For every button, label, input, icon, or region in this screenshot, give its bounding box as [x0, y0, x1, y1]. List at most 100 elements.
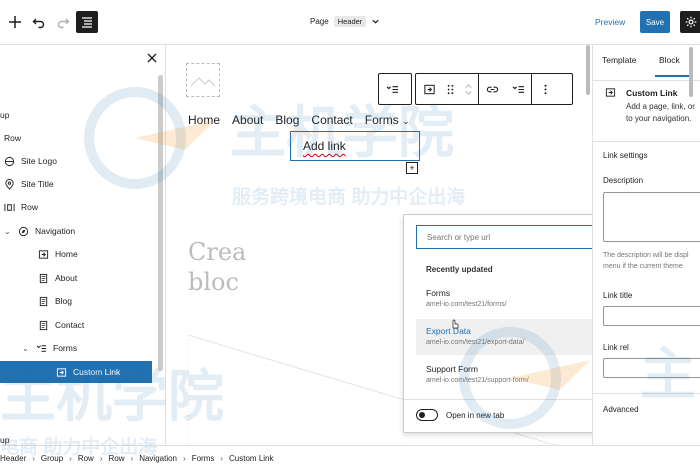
more-options-icon[interactable]: ⋮ [148, 367, 158, 378]
add-block-button[interactable] [4, 11, 26, 33]
plus-icon [9, 16, 21, 28]
tab-block[interactable]: Block [655, 55, 693, 77]
list-item[interactable]: up [0, 104, 9, 126]
site-logo-icon [4, 156, 15, 166]
nav-item-forms[interactable]: Forms ⌄ [365, 113, 410, 127]
page-icon [39, 320, 48, 330]
list-view-icon [82, 17, 92, 28]
site-logo-placeholder[interactable] [186, 63, 220, 97]
list-view-scrollbar[interactable] [158, 75, 163, 371]
preview-button[interactable]: Preview [595, 17, 625, 27]
breadcrumb-item[interactable]: Row [109, 454, 125, 463]
list-item[interactable]: Site Logo [4, 150, 57, 172]
block-toolbar[interactable] [415, 73, 573, 105]
breadcrumb-item[interactable]: Forms [192, 454, 215, 463]
breadcrumb-item[interactable]: Header [0, 454, 26, 463]
breadcrumb-separator: › [130, 453, 134, 463]
document-title[interactable]: Page Header [310, 16, 380, 27]
link-control-popover: Recently updated Forms amel-io.com/test2… [403, 214, 592, 433]
drag-handle-icon [447, 84, 453, 94]
more-vertical-icon [543, 84, 547, 94]
breadcrumb-item[interactable]: Row [78, 454, 94, 463]
chevron-down-icon[interactable]: ⌄ [4, 227, 12, 236]
chevron-down-icon[interactable]: ⌄ [22, 344, 30, 353]
block-type-button[interactable] [416, 74, 442, 104]
description-help: The description will be displ menu if th… [603, 252, 689, 270]
list-item[interactable]: Row [4, 127, 21, 149]
link-rel-field[interactable] [603, 358, 700, 378]
block-toolbar-parent[interactable] [378, 73, 412, 105]
panel-divider [593, 141, 700, 142]
list-item[interactable]: Blog [38, 290, 72, 312]
link-settings-heading[interactable]: Link settings [603, 151, 647, 160]
tab-divider [593, 80, 700, 81]
list-item[interactable]: ⌄ Forms [22, 337, 77, 359]
move-up-down-button[interactable] [458, 74, 478, 104]
redo-icon [57, 18, 70, 29]
suggestion-item-hovered[interactable]: Export Data amel-io.com/test21/export-da… [416, 319, 592, 355]
breadcrumb-item[interactable]: Navigation [139, 454, 177, 463]
suggestion-item[interactable]: Forms amel-io.com/test21/forms/ page [416, 281, 592, 317]
recently-updated-heading: Recently updated [426, 265, 493, 274]
list-item[interactable]: Row [4, 196, 38, 218]
settings-sidebar: Template Block Custom Link Add a page, l… [592, 45, 700, 445]
drag-handle[interactable] [442, 74, 458, 104]
chevron-down-icon [372, 19, 379, 24]
append-block-button[interactable]: + [406, 162, 418, 174]
list-item[interactable]: ⌄ Navigation [4, 220, 75, 242]
breadcrumb-separator: › [99, 453, 103, 463]
select-parent-button[interactable] [379, 74, 405, 104]
nav-item-blog[interactable]: Blog [275, 113, 299, 127]
row-icon [4, 203, 15, 211]
link-search-input[interactable] [416, 225, 592, 249]
submenu-icon [512, 85, 524, 93]
breadcrumb-separator: › [69, 453, 72, 463]
panel-divider [593, 393, 700, 394]
redo-button[interactable] [52, 11, 74, 33]
canvas-scrollbar[interactable] [586, 45, 590, 95]
nav-item-home[interactable]: Home [188, 113, 220, 127]
page-icon [39, 273, 48, 283]
undo-icon [32, 18, 45, 29]
nav-item-about[interactable]: About [232, 113, 263, 127]
list-view-panel: up Row Site Logo Site Title Row ⌄ Naviga… [0, 45, 166, 445]
settings-button[interactable] [680, 11, 700, 33]
add-link-item[interactable]: Add link [290, 131, 420, 161]
page-label: Page [310, 17, 329, 26]
save-button[interactable]: Save [640, 11, 670, 33]
sidebar-scrollbar[interactable] [689, 47, 693, 97]
custom-link-icon [605, 88, 616, 97]
list-view-button[interactable] [76, 11, 98, 33]
breadcrumb-item[interactable]: Group [41, 454, 63, 463]
tab-template[interactable]: Template [602, 55, 637, 65]
link-title-field[interactable] [603, 306, 700, 326]
page-icon [39, 296, 48, 306]
breadcrumb-item-current: Custom Link [229, 453, 274, 463]
list-item[interactable]: Home [38, 243, 78, 265]
advanced-panel-toggle[interactable]: Advanced [603, 405, 639, 414]
add-submenu-button[interactable] [505, 74, 531, 104]
nav-item-contact[interactable]: Contact [311, 113, 352, 127]
breadcrumb-separator: › [32, 453, 35, 463]
chevron-down-icon: ⌄ [402, 116, 410, 126]
breadcrumb-separator: › [220, 453, 224, 463]
description-field[interactable] [603, 192, 700, 242]
popover-divider [404, 399, 592, 400]
list-item[interactable]: About [38, 267, 77, 289]
link-button[interactable] [479, 74, 505, 104]
list-item[interactable]: Contact [38, 314, 84, 336]
chevron-up-down-icon [464, 83, 472, 95]
breadcrumb-separator: › [183, 453, 186, 463]
editor-canvas[interactable]: Home About Blog Contact Forms ⌄ Add link… [166, 45, 592, 445]
navigation-icon [18, 226, 29, 236]
list-item[interactable]: Site Title [4, 173, 54, 195]
open-new-tab-toggle[interactable] [416, 409, 438, 421]
suggestion-item[interactable]: Support Form amel-io.com/test21/support-… [416, 357, 592, 393]
top-toolbar: Page Header Preview Save [0, 0, 700, 45]
list-item-selected[interactable]: Custom Link ⋮ [0, 361, 158, 383]
link-title-label: Link title [603, 291, 633, 300]
close-icon[interactable] [146, 52, 158, 64]
custom-link-icon [56, 367, 67, 377]
undo-button[interactable] [28, 11, 50, 33]
more-options-button[interactable] [532, 74, 558, 104]
